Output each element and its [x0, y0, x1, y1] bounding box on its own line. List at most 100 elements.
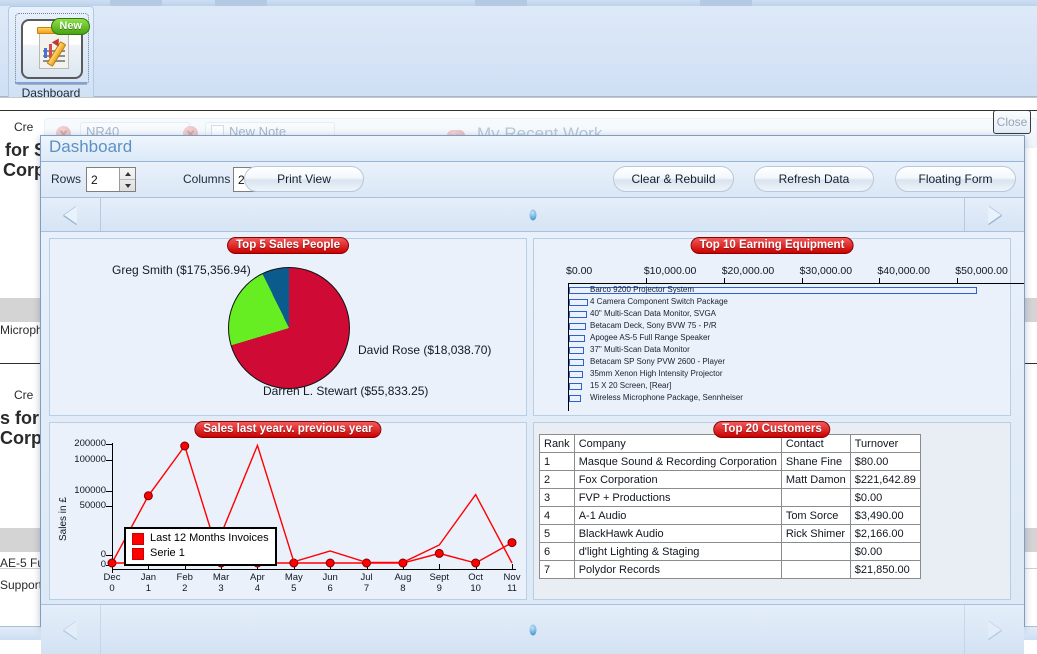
bar	[569, 395, 582, 402]
dashboard-title-bar: Dashboard	[41, 136, 1024, 162]
bar	[569, 383, 583, 390]
triangle-left-icon	[64, 205, 77, 224]
legend-swatch-icon	[132, 547, 144, 560]
table-row[interactable]: 7 Polydor Records $21,850.00	[539, 560, 921, 579]
table-cell: $21,850.00	[849, 560, 921, 579]
bar	[569, 359, 584, 366]
nav-indicator-dot	[529, 209, 536, 220]
pie-label-darren-stewart: Darren L. Stewart ($55,833.25)	[263, 384, 429, 398]
bar-label: Barco 9200 Projector System	[590, 285, 695, 294]
table-cell: $2,166.00	[849, 524, 921, 543]
triangle-right-icon	[988, 620, 1001, 639]
nav-track-top[interactable]	[101, 198, 964, 231]
next-page-button-bottom[interactable]	[964, 605, 1024, 654]
dashboard-nav-bottom	[41, 604, 1024, 654]
refresh-data-button[interactable]: Refresh Data	[754, 166, 874, 192]
bar-axis-tick-label: $30,000.00	[799, 265, 853, 277]
clear-rebuild-button[interactable]: Clear & Rebuild	[613, 166, 734, 192]
table-cell: Rick Shimer	[780, 524, 851, 543]
rows-increment-button[interactable]	[120, 168, 135, 179]
bar-label: 37" Multi-Scan Data Monitor	[590, 345, 690, 354]
ribbon-tab-nub[interactable]	[215, 0, 267, 6]
rows-stepper-buttons[interactable]	[119, 168, 135, 191]
bar-axis-tick-label: $20,000.00	[721, 265, 775, 277]
rows-stepper[interactable]	[86, 167, 136, 192]
panel-title: Top 10 Earning Equipment	[690, 237, 854, 254]
bar	[569, 371, 584, 378]
pie-label-david-rose: David Rose ($18,038.70)	[358, 343, 492, 357]
legend-swatch-icon	[132, 532, 144, 545]
rows-input[interactable]	[87, 168, 119, 191]
panel-top-customers: Top 20 Customers Rank Company Contact Turno…	[533, 421, 1011, 600]
line-data-point	[325, 558, 335, 568]
table-column-header[interactable]: Rank	[539, 434, 575, 453]
table-column-header[interactable]: Turnover	[849, 434, 921, 453]
ribbon-strip	[0, 0, 1037, 97]
ribbon-tab-nub[interactable]	[700, 0, 752, 6]
table-cell: A-1 Audio	[573, 506, 782, 525]
table-cell: 1	[539, 452, 575, 471]
bar-axis-tick-label: $0.00	[566, 265, 593, 277]
columns-label: Columns	[183, 172, 231, 186]
dashboard-grid: Top 5 Sales People Greg Smith ($175,356.…	[41, 232, 1024, 604]
next-page-button-top[interactable]	[964, 198, 1024, 231]
table-cell: 4	[539, 506, 575, 525]
line-data-point	[507, 538, 517, 548]
bar-chart: $0.00 $10,000.00 $20,000.00 $30,000.00 $40,0…	[534, 239, 1024, 415]
prev-page-button-bottom[interactable]	[41, 605, 101, 654]
table-cell: 2	[539, 470, 575, 489]
print-view-button[interactable]: Print View	[244, 166, 364, 192]
nav-indicator-dot	[529, 624, 536, 635]
panel-title: Top 5 Sales People	[227, 237, 349, 254]
table-cell: Matt Damon	[780, 470, 851, 489]
bar	[569, 311, 587, 318]
table-cell: $3,490.00	[849, 506, 921, 525]
floating-form-button[interactable]: Floating Form	[895, 166, 1016, 192]
table-row[interactable]: 3 FVP + Productions $0.00	[539, 488, 921, 507]
ribbon-tab-nub[interactable]	[475, 0, 527, 6]
table-cell: Tom Sorce	[780, 506, 851, 525]
rows-decrement-button[interactable]	[120, 179, 135, 191]
close-button[interactable]: Close	[993, 110, 1031, 134]
background-text: s for	[0, 408, 40, 428]
table-cell: Fox Corporation	[573, 470, 782, 489]
background-text: Support	[0, 578, 43, 592]
panel-top-sales-people: Top 5 Sales People Greg Smith ($175,356.…	[49, 237, 527, 416]
table-cell: Masque Sound & Recording Corporation	[573, 452, 782, 471]
line-data-point	[180, 441, 190, 451]
bar-label: Apogee AS-5 Full Range Speaker	[590, 333, 711, 342]
table-cell: d'light Lighting & Staging	[573, 542, 782, 561]
table-cell	[780, 542, 851, 561]
dashboard-launch-tile[interactable]: New Dashboard	[8, 6, 94, 104]
bar	[569, 323, 586, 330]
triangle-left-icon	[64, 620, 77, 639]
table-cell	[780, 560, 851, 579]
table-row[interactable]: 1 Masque Sound & Recording Corporation Sha…	[539, 452, 921, 471]
table-cell: $0.00	[849, 488, 921, 507]
bar	[569, 335, 585, 342]
table-row[interactable]: 4 A-1 Audio Tom Sorce $3,490.00	[539, 506, 921, 525]
bar	[569, 347, 585, 354]
line-data-point	[143, 491, 153, 501]
line-chart: 200000 100000 100000 50000 0 0 Sales in £ Dec 0 J…	[50, 423, 526, 599]
table-cell: 6	[539, 542, 575, 561]
table-cell	[780, 488, 851, 507]
prev-page-button-top[interactable]	[41, 198, 101, 231]
table-row[interactable]: 6 d'light Lighting & Staging $0.00	[539, 542, 921, 561]
rows-label: Rows	[51, 172, 82, 186]
tile-focus-ring: New	[15, 13, 90, 85]
table-row[interactable]: 5 BlackHawk Audio Rick Shimer $2,166.00	[539, 524, 921, 543]
table-cell: $80.00	[849, 452, 921, 471]
customers-table: Rank Company Contact Turnover 1 Masque Sound…	[539, 434, 921, 579]
table-row[interactable]: 2 Fox Corporation Matt Damon $221,642.89	[539, 470, 921, 489]
panel-title: Top 20 Customers	[713, 421, 831, 438]
table-cell: Shane Fine	[780, 452, 851, 471]
dashboard-toolbar: Rows Columns Print View Clear & Rebuild …	[41, 162, 1024, 198]
dashboard-nav-top	[41, 198, 1024, 232]
line-data-point	[434, 548, 444, 558]
ribbon-tab-nub[interactable]	[110, 0, 162, 6]
nav-track-bottom[interactable]	[101, 605, 964, 654]
bar-axis-tick-label: $10,000.00	[643, 265, 697, 277]
legend-item: Serie 1	[132, 546, 269, 561]
line-chart-legend: Last 12 Months Invoices Serie 1	[124, 527, 277, 566]
